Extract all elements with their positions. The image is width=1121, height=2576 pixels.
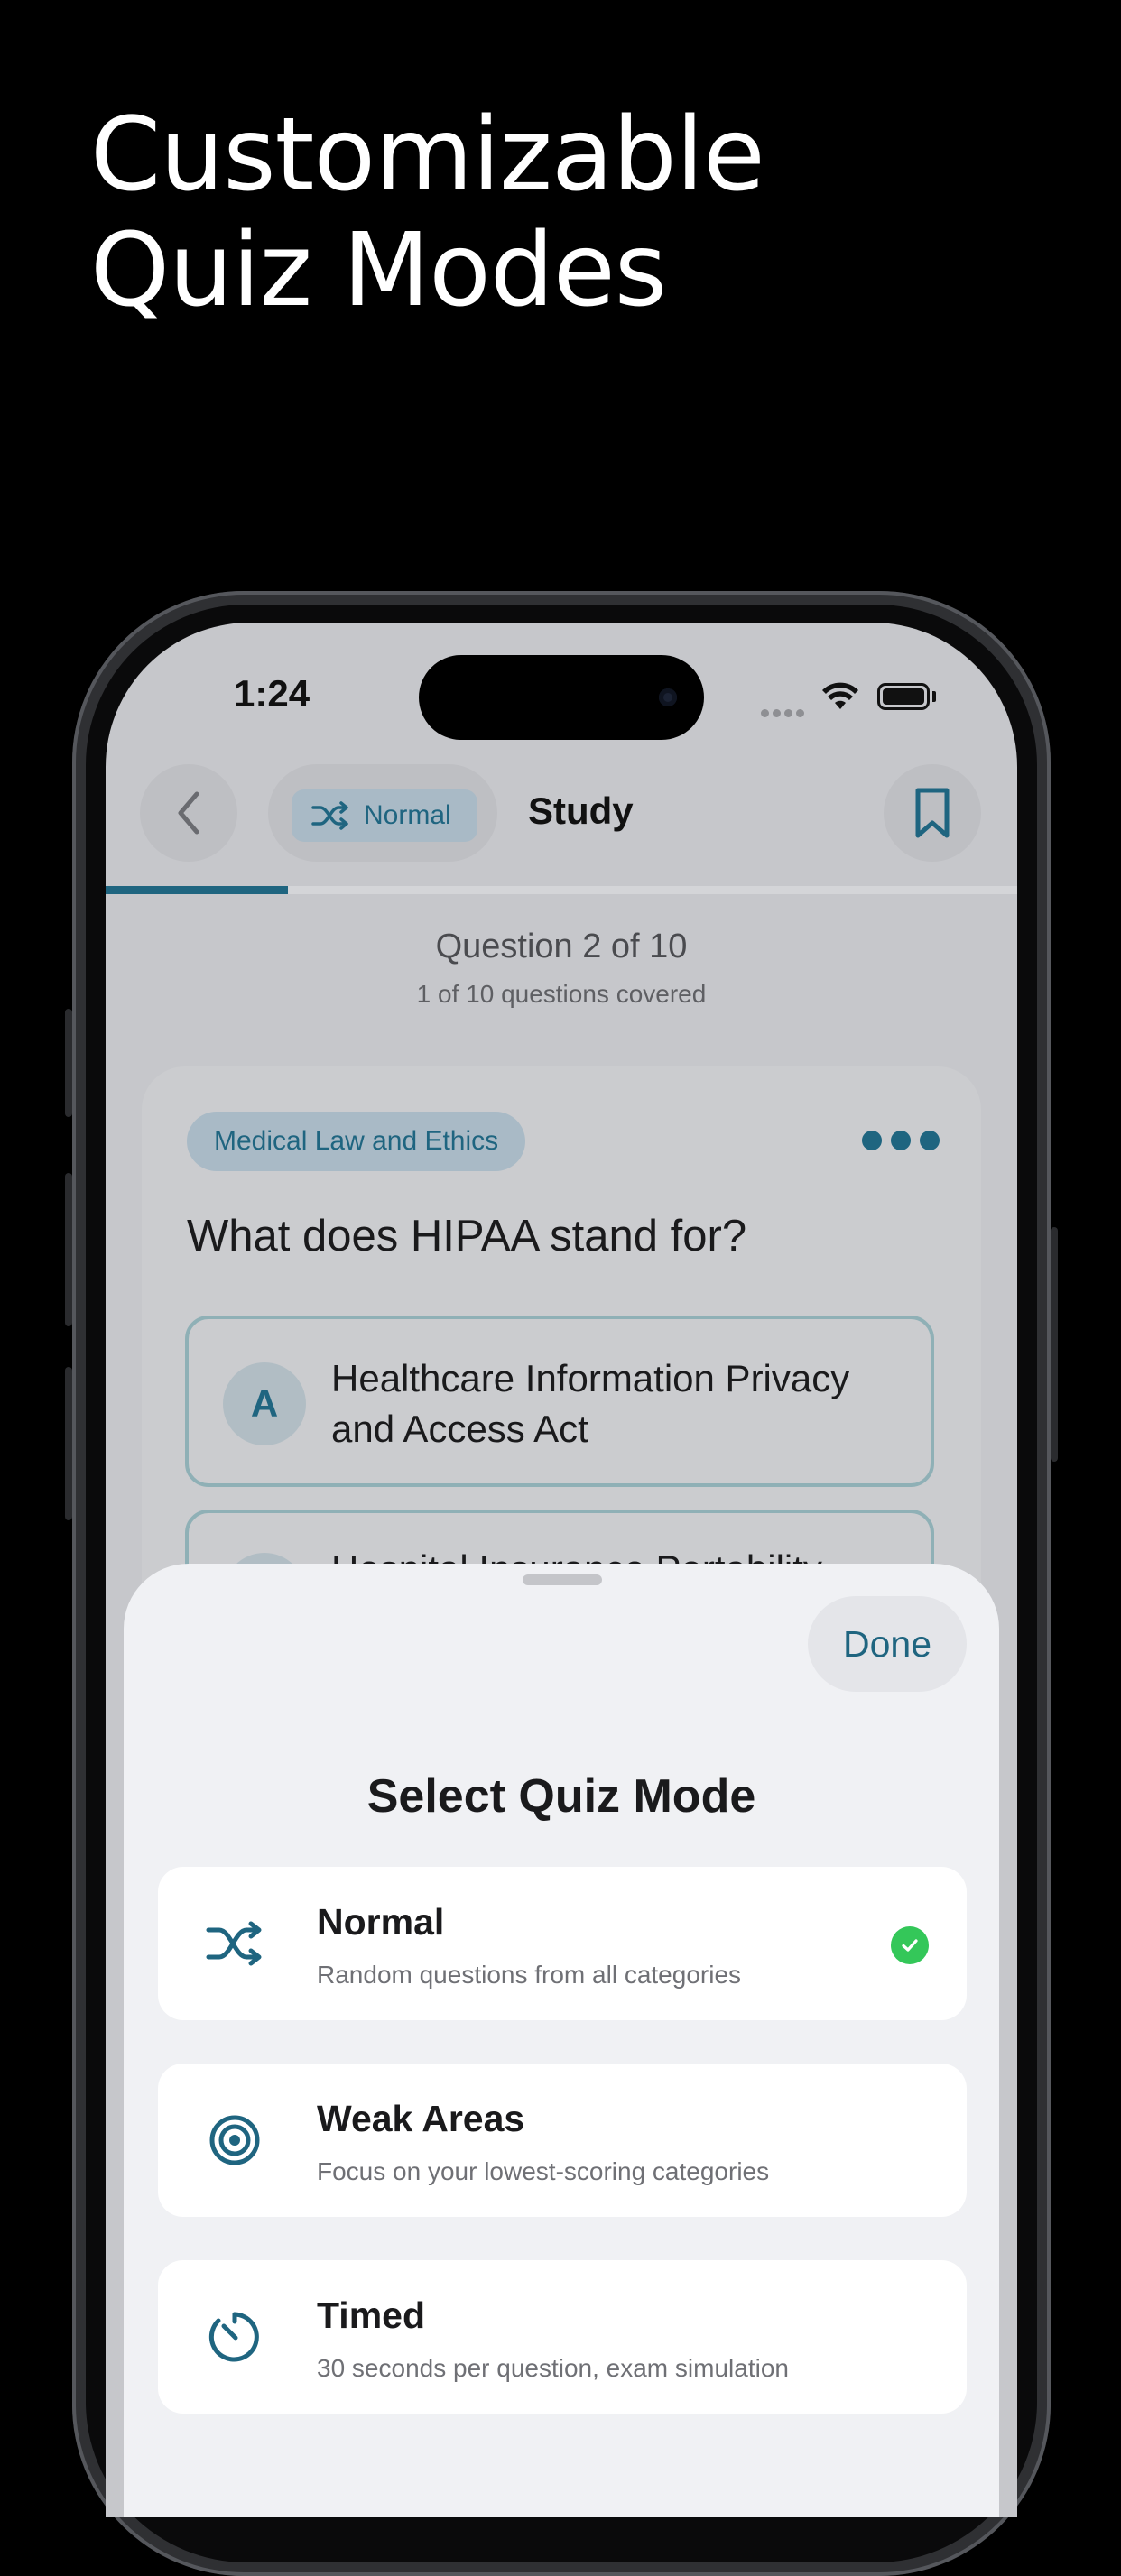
phone-side-button [65, 1009, 72, 1117]
marketing-headline: Customizable Quiz Modes [90, 97, 765, 329]
headline-line-1: Customizable [90, 97, 765, 214]
dynamic-island [419, 655, 704, 740]
mode-description: 30 seconds per question, exam simulation [317, 2354, 789, 2382]
mode-option-timed[interactable]: Timed 30 seconds per question, exam simu… [158, 2260, 967, 2414]
mode-option-weak-areas[interactable]: Weak Areas Focus on your lowest-scoring … [158, 2064, 967, 2217]
page-title: Study [528, 789, 634, 832]
checkmark-icon [891, 1926, 929, 1964]
question-text: What does HIPAA stand for? [187, 1212, 747, 1260]
camera-icon [659, 688, 677, 706]
mode-name: Timed [317, 2294, 425, 2336]
phone-screen: 1:24 Normal Study Question 2 of 10 1 of … [106, 623, 1017, 2517]
shuffle-icon [311, 801, 348, 830]
phone-side-button [1051, 1227, 1058, 1462]
mode-description: Focus on your lowest-scoring categories [317, 2157, 770, 2185]
cellular-signal-icon [761, 706, 808, 722]
quiz-mode-pill[interactable]: Normal [292, 789, 477, 842]
target-icon [205, 2110, 264, 2170]
status-time: 1:24 [234, 672, 310, 715]
quiz-mode-sheet: Done Select Quiz Mode Normal Random ques… [124, 1564, 999, 2517]
wifi-icon [822, 682, 858, 709]
progress-bar [106, 886, 1017, 894]
question-counter: Question 2 of 10 [435, 928, 688, 965]
mode-option-normal[interactable]: Normal Random questions from all categor… [158, 1867, 967, 2020]
headline-line-2: Quiz Modes [90, 212, 667, 329]
category-badge: Medical Law and Ethics [187, 1112, 526, 1171]
answer-text: Healthcare Information Privacy and Acces… [331, 1357, 850, 1450]
sheet-title: Select Quiz Mode [366, 1770, 756, 1823]
more-options-icon[interactable] [862, 1131, 940, 1150]
mode-name: Normal [317, 1901, 445, 1943]
progress-bar-fill [106, 886, 288, 894]
mode-name: Weak Areas [317, 2098, 525, 2139]
questions-covered: 1 of 10 questions covered [416, 980, 707, 1008]
timer-icon [205, 2307, 264, 2367]
chevron-left-icon [178, 791, 199, 835]
phone-side-button [65, 1173, 72, 1326]
bookmark-icon [915, 788, 950, 838]
shuffle-icon [205, 1914, 264, 1973]
answer-letter: A [223, 1362, 306, 1445]
answer-option[interactable]: A Healthcare Information Privacy and Acc… [185, 1316, 934, 1487]
battery-cap [932, 691, 936, 702]
quiz-mode-label: Normal [364, 800, 451, 830]
battery-icon [877, 683, 930, 710]
back-button[interactable] [140, 764, 237, 862]
done-button[interactable]: Done [808, 1596, 967, 1692]
mode-description: Random questions from all categories [317, 1961, 742, 1989]
sheet-grabber[interactable] [523, 1574, 602, 1585]
bookmark-button[interactable] [884, 764, 981, 862]
phone-side-button [65, 1367, 72, 1520]
